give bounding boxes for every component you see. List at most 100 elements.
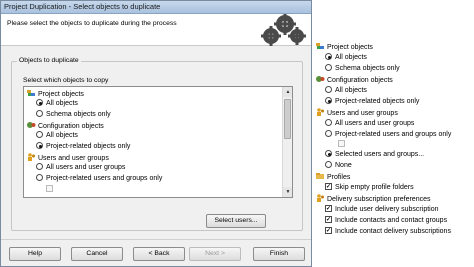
folder-icon [316,173,324,179]
rp-label: Skip empty profile folders [335,184,414,191]
radio-schema-objects-only[interactable]: Schema objects only [36,110,111,120]
next-button[interactable]: Next > [189,247,241,261]
rp-profiles: Profiles [316,172,350,182]
radio-button[interactable] [325,97,332,104]
radio-label: Schema objects only [46,111,111,118]
rp-check-include-contact-delivery[interactable]: Include contact delivery subscriptions [325,227,451,237]
rp-label: Include contacts and contact groups [335,217,448,224]
header-banner: Please select the objects to duplicate d… [1,14,311,46]
radio-label: Project-related users and groups only [46,175,163,182]
group-label: Objects to duplicate [17,57,81,64]
users-icon [317,108,324,116]
rp-label: All users and user groups [335,120,415,127]
radio-project-related-users[interactable]: Project-related users and groups only [36,174,162,184]
checkbox[interactable] [325,183,332,190]
list-label: Project objects [38,91,84,98]
rp-label: None [335,162,352,169]
disabled-checkbox-row [46,185,56,195]
radio-button[interactable] [36,142,43,149]
rp-radio-config-all-objects[interactable]: All objects [325,86,367,96]
rp-configuration-objects: Configuration objects [316,75,393,85]
select-users-button[interactable]: Select users... [206,214,266,228]
rp-delivery-subscription-preferences: Delivery subscription preferences [316,194,431,204]
rp-label: Profiles [327,174,351,181]
rp-label: Delivery subscription preferences [327,196,431,203]
gears-icon [261,14,306,46]
list-label: Users and user groups [38,155,109,162]
rp-radio-all-users[interactable]: All users and user groups [325,119,414,129]
project-duplication-dialog: Project Duplication - Select objects to … [0,0,312,267]
select-which-label: Select which objects to copy [23,77,109,84]
radio-button[interactable] [36,163,43,170]
radio-label: Project-related objects only [46,143,131,150]
configuration-icon [316,76,325,82]
scroll-up-icon[interactable]: ▲ [283,87,292,97]
rp-radio-project-related-users[interactable]: Project-related users and groups only [325,130,451,140]
users-icon [28,153,35,161]
rp-check-skip-empty-profile-folders[interactable]: Skip empty profile folders [325,183,414,193]
radio-button[interactable] [325,161,332,168]
rp-radio-schema-objects-only[interactable]: Schema objects only [325,64,400,74]
rp-radio-all-objects[interactable]: All objects [325,53,367,63]
checkbox [46,185,53,192]
radio-label: All objects [46,132,78,139]
back-button[interactable]: < Back [133,247,185,261]
list-item-configuration-objects: Configuration objects [27,121,104,131]
radio-all-users[interactable]: All users and user groups [36,163,125,173]
project-icon [27,90,35,96]
checkbox[interactable] [325,205,332,212]
radio-button[interactable] [325,130,332,137]
rp-label: All objects [335,87,367,94]
finish-button[interactable]: Finish [253,247,305,261]
list-label: Configuration objects [38,123,104,130]
list-scrollbar[interactable]: ▲ ▼ [282,87,292,197]
radio-button[interactable] [36,99,43,106]
rp-radio-selected-users[interactable]: Selected users and groups... [325,150,424,160]
users-icon [317,194,324,202]
list-item-users-and-user-groups: Users and user groups [27,153,109,163]
rp-label: Include contact delivery subscriptions [335,228,451,235]
radio-button[interactable] [325,64,332,71]
right-options-panel: Project objects All objects Schema objec… [316,40,474,267]
radio-button[interactable] [36,131,43,138]
radio-label: All users and user groups [46,164,126,171]
radio-button[interactable] [325,53,332,60]
rp-disabled-checkbox-row [338,140,348,150]
rp-project-objects: Project objects [316,42,373,52]
help-button[interactable]: Help [9,247,61,261]
rp-label: Include user delivery subscription [335,206,439,213]
rp-check-include-contacts[interactable]: Include contacts and contact groups [325,216,447,226]
radio-project-related-objects-only[interactable]: Project-related objects only [36,142,130,152]
radio-button[interactable] [325,86,332,93]
checkbox [338,140,345,147]
radio-config-all-objects[interactable]: All objects [36,131,78,141]
rp-label: Schema objects only [335,65,400,72]
project-icon [316,43,324,49]
rp-users-and-user-groups: Users and user groups [316,108,398,118]
header-description: Please select the objects to duplicate d… [7,20,177,27]
radio-button[interactable] [325,150,332,157]
rp-check-include-user-delivery[interactable]: Include user delivery subscription [325,205,439,215]
rp-radio-none[interactable]: None [325,161,352,171]
cancel-button[interactable]: Cancel [71,247,123,261]
footer-divider [1,239,311,240]
rp-label: Project objects [327,44,373,51]
checkbox[interactable] [325,227,332,234]
window-title: Project Duplication - Select objects to … [1,1,311,14]
scroll-down-icon[interactable]: ▼ [283,187,292,197]
objects-list[interactable]: Project objects All objects Schema objec… [23,86,293,198]
rp-label: Selected users and groups... [335,151,425,158]
radio-button[interactable] [36,110,43,117]
radio-label: All objects [46,100,78,107]
radio-button[interactable] [36,174,43,181]
rp-label: Configuration objects [327,77,393,84]
rp-label: Users and user groups [327,110,398,117]
rp-radio-project-related-objects-only[interactable]: Project-related objects only [325,97,419,107]
rp-label: All objects [335,54,367,61]
configuration-icon [27,122,36,128]
scroll-thumb[interactable] [284,99,291,139]
radio-button[interactable] [325,119,332,126]
checkbox[interactable] [325,216,332,223]
radio-all-objects[interactable]: All objects [36,99,78,109]
list-item-project-objects: Project objects [27,89,84,99]
